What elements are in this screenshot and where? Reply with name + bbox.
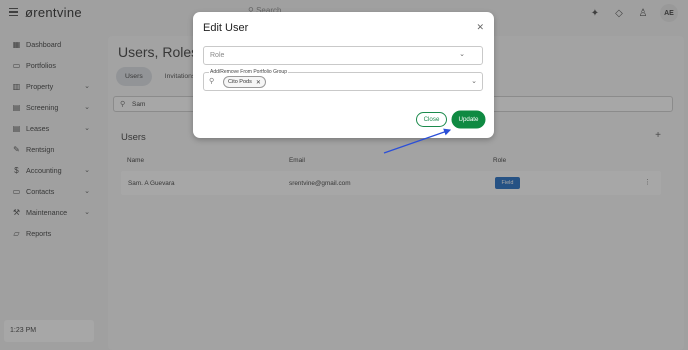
remove-chip-icon[interactable]: ✕ — [256, 79, 261, 86]
update-button[interactable]: Update — [453, 112, 484, 127]
role-select-placeholder: Role — [210, 52, 225, 59]
close-icon[interactable]: ✕ — [476, 22, 484, 33]
chevron-down-icon[interactable]: ⌄ — [471, 77, 477, 85]
portfolio-group-chip: Cito Pods ✕ — [223, 76, 266, 88]
portfolio-group-label: Add/Remove From Portfolio Group — [209, 69, 288, 75]
chevron-down-icon: ⌄ — [459, 51, 465, 58]
chip-label: Cito Pods — [228, 79, 252, 85]
close-button[interactable]: Close — [416, 112, 447, 127]
role-select[interactable]: Role ⌄ — [203, 46, 483, 65]
edit-user-dialog: Edit User ✕ Role ⌄ Add/Remove From Portf… — [193, 12, 494, 138]
dialog-title: Edit User — [203, 22, 249, 34]
portfolio-group-select[interactable]: Add/Remove From Portfolio Group ⚲ Cito P… — [203, 69, 483, 91]
search-icon: ⚲ — [209, 78, 215, 85]
